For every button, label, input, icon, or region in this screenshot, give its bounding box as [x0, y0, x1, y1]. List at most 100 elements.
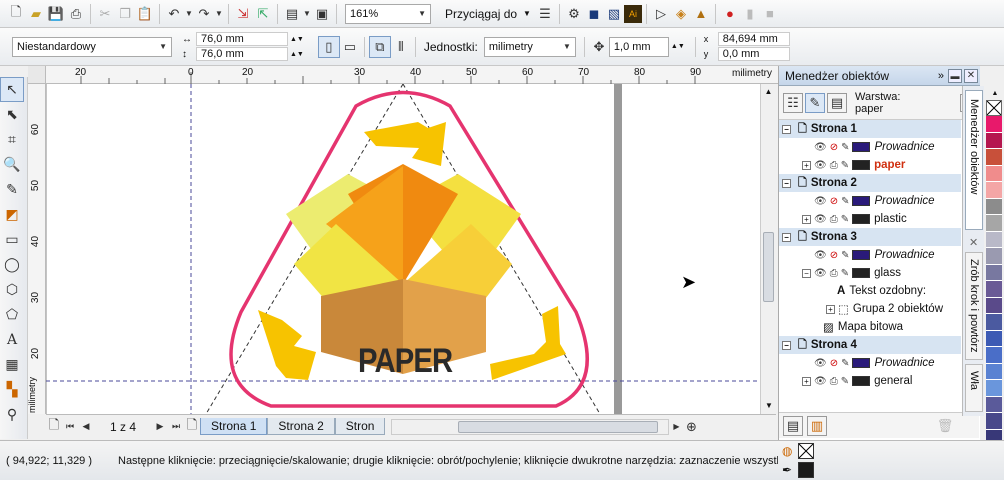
duplicate-y-field[interactable]: 0,0 mm — [717, 47, 790, 61]
export-icon[interactable]: ⇱ — [253, 4, 273, 24]
horizontal-scroll-thumb[interactable] — [458, 420, 659, 433]
color-swatch[interactable] — [986, 330, 1002, 347]
color-swatch[interactable] — [986, 165, 1002, 182]
edit-pencil-icon[interactable]: ✎ — [841, 376, 849, 387]
layer-color-swatch[interactable] — [852, 358, 871, 368]
color-swatch[interactable] — [986, 198, 1002, 215]
visibility-icon[interactable]: 👁 — [814, 160, 827, 171]
expand-icon[interactable]: + — [802, 160, 811, 170]
edit-pencil-icon[interactable]: ✎ — [841, 268, 849, 279]
horizontal-ruler[interactable]: 20 0 20 30 40 50 60 70 80 90 milimetry — [28, 66, 780, 84]
layer-color-swatch[interactable] — [852, 214, 871, 224]
visibility-icon[interactable]: 👁 — [814, 268, 827, 279]
page-width-field[interactable]: 76,0 mm — [196, 32, 288, 46]
horizontal-scrollbar[interactable] — [391, 418, 670, 435]
printer-icon[interactable]: ⎙ — [830, 160, 838, 171]
color-swatch[interactable] — [986, 264, 1002, 281]
color-swatch[interactable] — [986, 215, 1002, 232]
expand-icon[interactable]: + — [802, 376, 811, 386]
add-page-before-icon[interactable]: 🗋 — [46, 417, 62, 437]
undo-dropdown-icon[interactable]: ▼ — [184, 4, 194, 24]
expand-docker-icon[interactable]: » — [938, 70, 944, 82]
page-tab-2[interactable]: Strona 2 — [267, 418, 335, 435]
tree-layer-row[interactable]: + 👁 ⎙ ✎ paper — [779, 156, 961, 174]
print-icon[interactable]: ⎙ — [66, 4, 86, 24]
visibility-icon[interactable]: 👁 — [814, 250, 827, 261]
color-swatch[interactable] — [986, 132, 1002, 149]
nudge-spinner-icon[interactable]: ▲▼ — [671, 43, 685, 50]
record-macro-icon[interactable]: ● — [720, 4, 740, 24]
prev-page-icon[interactable]: ◀ — [78, 417, 94, 437]
options-icon[interactable]: ⚙ — [564, 4, 584, 24]
table-tool-icon[interactable]: ▦ — [0, 352, 24, 377]
tree-layer-row[interactable]: ▨ Mapa bitowa — [779, 318, 961, 336]
color-swatch[interactable] — [986, 363, 1002, 380]
new-master-layer-icon[interactable]: ▥ — [807, 415, 827, 436]
zoom-level-select[interactable]: 161% ▼ — [345, 3, 431, 24]
printer-icon[interactable]: ⎙ — [830, 376, 838, 387]
color-swatch[interactable] — [986, 347, 1002, 364]
scroll-up-icon[interactable]: ▲ — [761, 84, 776, 100]
ruler-origin-corner[interactable] — [28, 66, 46, 84]
layer-color-swatch[interactable] — [852, 268, 871, 278]
crop-tool-icon[interactable]: ⌗ — [0, 127, 24, 152]
macro-editor-icon[interactable]: ▲ — [691, 4, 711, 24]
tree-layer-row[interactable]: − 👁 ⎙ ✎ glass — [779, 264, 961, 282]
page-tab-1[interactable]: Strona 1 — [200, 418, 268, 435]
snap-to-dropdown[interactable]: Przyciągaj do ▼ — [445, 7, 531, 21]
vertical-ruler[interactable]: 60 50 40 30 20 milimetry — [27, 84, 46, 414]
no-print-icon[interactable]: ⊘ — [830, 358, 838, 369]
tree-page-row[interactable]: − 🗋 Strona 1 — [779, 120, 961, 138]
fill-none-swatch[interactable] — [798, 443, 814, 459]
tree-layer-row[interactable]: + 👁 ⎙ ✎ plastic — [779, 210, 961, 228]
minimize-docker-icon[interactable]: ▬ — [948, 68, 962, 83]
shape-tool-icon[interactable]: ⬉ — [0, 102, 24, 127]
color-swatch[interactable] — [986, 149, 1002, 166]
color-swatch[interactable] — [986, 413, 1002, 430]
tree-page-row[interactable]: − 🗋 Strona 3 — [779, 228, 961, 246]
expand-icon[interactable]: + — [826, 304, 835, 314]
layer-color-swatch[interactable] — [852, 160, 871, 170]
pick-tool-icon[interactable]: ↖ — [0, 77, 24, 102]
illustrator-import-icon[interactable]: Ai — [623, 4, 642, 23]
collapse-icon[interactable]: − — [782, 124, 791, 134]
edit-pencil-icon[interactable]: ✎ — [841, 160, 849, 171]
color-swatch[interactable] — [986, 182, 1002, 199]
collapse-icon[interactable]: − — [782, 232, 791, 242]
paste-icon[interactable]: 📋 — [135, 4, 155, 24]
side-tab-object-manager[interactable]: Menedżer obiektów — [965, 90, 983, 230]
tree-layer-row[interactable]: 👁 ⊘ ✎ Prowadnice — [779, 192, 961, 210]
application-launcher-icon[interactable]: ▤ — [282, 4, 302, 24]
text-tool-icon[interactable]: A — [0, 327, 24, 352]
tree-layer-row[interactable]: + 👁 ⎙ ✎ general — [779, 372, 961, 390]
copy-icon[interactable]: ❐ — [115, 4, 135, 24]
close-docker-icon[interactable]: ✕ — [964, 68, 978, 83]
color-swatch[interactable] — [986, 380, 1002, 397]
printer-icon[interactable]: ⎙ — [830, 268, 838, 279]
launcher-dropdown-icon[interactable]: ▼ — [302, 4, 312, 24]
corel-connect-icon[interactable]: ◼ — [584, 4, 604, 24]
no-print-icon[interactable]: ⊘ — [830, 196, 838, 207]
layer-color-swatch[interactable] — [852, 376, 871, 386]
rectangle-tool-icon[interactable]: ▭ — [0, 227, 24, 252]
smart-fill-tool-icon[interactable]: ◩ — [0, 202, 24, 227]
open-folder-icon[interactable]: ▰ — [26, 4, 46, 24]
no-color-swatch[interactable] — [986, 100, 1002, 116]
dynamic-guides-icon[interactable]: ☰ — [535, 4, 555, 24]
add-page-after-icon[interactable]: 🗋 — [184, 417, 200, 437]
visibility-icon[interactable]: 👁 — [814, 196, 827, 207]
color-swatch[interactable] — [986, 231, 1002, 248]
width-spinner-icon[interactable]: ▲▼ — [290, 36, 304, 43]
edit-pencil-icon[interactable]: ✎ — [841, 196, 849, 207]
edit-across-layers-icon[interactable]: ✎ — [805, 92, 825, 113]
tree-layer-row[interactable]: 👁 ⊘ ✎ Prowadnice — [779, 354, 961, 372]
run-macro-icon[interactable]: ▷ — [651, 4, 671, 24]
welcome-screen-icon[interactable]: ▣ — [312, 4, 332, 24]
collapse-icon[interactable]: − — [802, 268, 811, 278]
stop-macro-icon[interactable]: ■ — [760, 4, 780, 24]
visibility-icon[interactable]: 👁 — [814, 214, 827, 225]
redo-dropdown-icon[interactable]: ▼ — [214, 4, 224, 24]
cut-icon[interactable]: ✂ — [95, 4, 115, 24]
edit-pencil-icon[interactable]: ✎ — [841, 214, 849, 225]
tree-layer-row[interactable]: 👁 ⊘ ✎ Prowadnice — [779, 138, 961, 156]
